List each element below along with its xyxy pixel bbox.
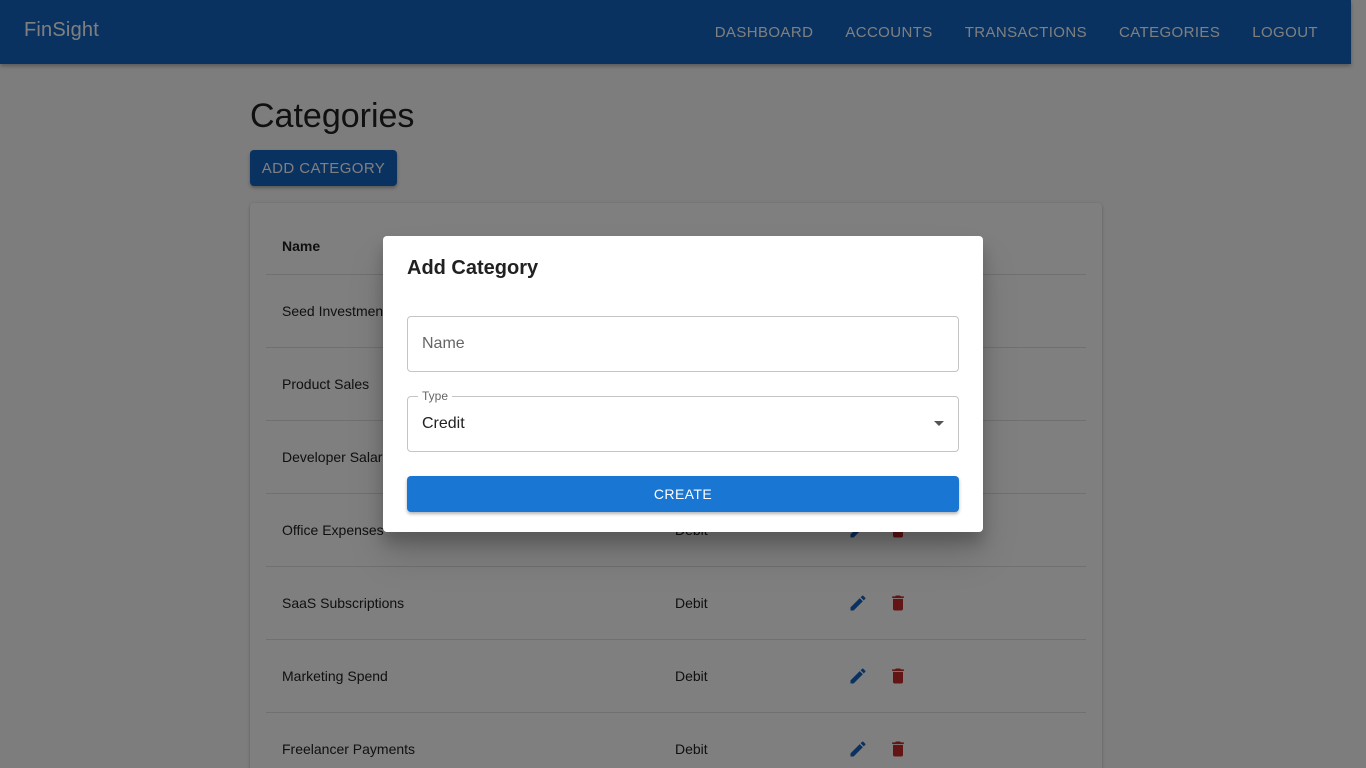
chevron-down-icon — [934, 421, 944, 426]
type-value: Credit — [422, 415, 465, 432]
create-button[interactable]: CREATE — [407, 476, 959, 512]
type-label: Type — [418, 389, 453, 403]
name-input[interactable] — [408, 317, 958, 371]
add-category-dialog: Add Category Type Credit CREATE — [383, 236, 983, 532]
name-field — [407, 316, 959, 372]
type-select[interactable]: Type Credit — [407, 389, 959, 452]
dialog-title: Add Category — [407, 257, 539, 279]
